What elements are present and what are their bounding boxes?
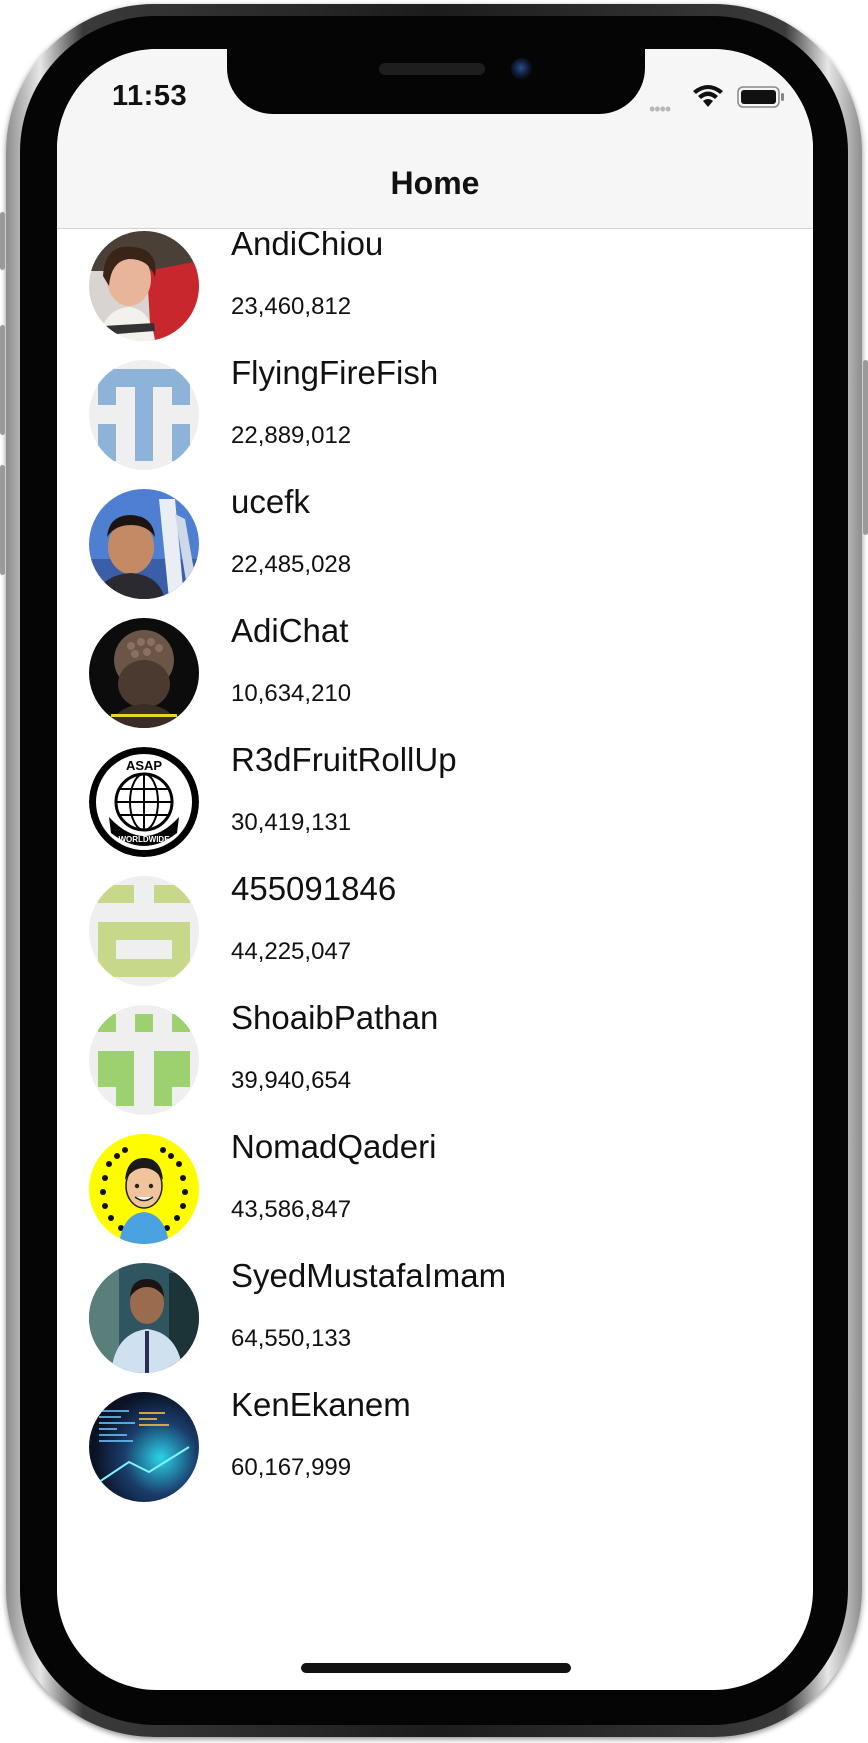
- notch: [227, 49, 645, 114]
- user-score: 30,419,131: [231, 809, 352, 836]
- photo-avatar-man-office-icon: [89, 1263, 199, 1373]
- list-item[interactable]: AdiChat 10,634,210: [57, 612, 813, 761]
- photo-avatar-code-screen-icon: [89, 1392, 199, 1502]
- list-item[interactable]: NomadQaderi 43,586,847: [57, 1128, 813, 1277]
- list-item[interactable]: KenEkanem 60,167,999: [57, 1386, 813, 1535]
- user-name: AdiChat: [231, 612, 349, 649]
- avatar: [89, 618, 199, 728]
- avatar: [89, 1392, 199, 1502]
- page-title: Home: [390, 165, 480, 201]
- logo-text-top: ASAP: [126, 758, 162, 773]
- user-name: R3dFruitRollUp: [231, 741, 457, 778]
- avatar: [89, 231, 199, 341]
- user-name: AndiChiou: [231, 225, 384, 262]
- speaker-grille: [379, 63, 485, 75]
- avatar: [89, 1263, 199, 1373]
- list-item[interactable]: 455091846 44,225,047: [57, 870, 813, 1019]
- asap-worldwide-logo-icon: ASAP WORLDWIDE: [89, 747, 199, 857]
- user-score: 39,940,654: [231, 1067, 352, 1094]
- user-score: 22,485,028: [231, 551, 352, 578]
- wifi-icon: [693, 85, 723, 107]
- user-score: 64,550,133: [231, 1325, 352, 1352]
- user-score: 10,634,210: [231, 680, 352, 707]
- identicon-green-icon: [89, 1005, 199, 1115]
- avatar: [89, 1134, 199, 1244]
- side-button-right: [863, 360, 868, 535]
- user-name: NomadQaderi: [231, 1128, 437, 1165]
- battery-icon: [737, 86, 784, 108]
- avatar: [89, 360, 199, 470]
- list-item[interactable]: ASAP WORLDWIDE R3dFruitRollUp 30,419,131: [57, 741, 813, 890]
- snapcode-bitmoji-avatar-icon: [89, 1134, 199, 1244]
- side-button-left-3: [0, 465, 5, 575]
- front-camera-icon: [511, 58, 533, 80]
- list-item[interactable]: ucefk 22,485,028: [57, 483, 813, 632]
- list-item[interactable]: ShoaibPathan 39,940,654: [57, 999, 813, 1148]
- photo-avatar-buddha-statue-icon: [89, 618, 199, 728]
- list-item[interactable]: FlyingFireFish 22,889,012: [57, 354, 813, 503]
- status-time: 11:53: [112, 80, 188, 112]
- home-indicator[interactable]: [301, 1663, 571, 1673]
- side-button-left-2: [0, 325, 5, 435]
- user-name: ucefk: [231, 483, 310, 520]
- photo-avatar-man-monument-icon: [89, 489, 199, 599]
- photo-avatar-woman-red-shirt-icon: [89, 231, 199, 341]
- avatar: ASAP WORLDWIDE: [89, 747, 199, 857]
- identicon-yellow-green-icon: [89, 876, 199, 986]
- user-score: 23,460,812: [231, 293, 352, 320]
- phone-screen: AndiChiou 23,460,812 FlyingFireFish 22,8…: [57, 49, 813, 1690]
- user-name: ShoaibPathan: [231, 999, 439, 1036]
- list-item[interactable]: AndiChiou 23,460,812: [57, 225, 813, 374]
- user-score: 43,586,847: [231, 1196, 352, 1223]
- user-name: FlyingFireFish: [231, 354, 439, 391]
- side-button-left-1: [0, 212, 5, 270]
- user-score: 44,225,047: [231, 938, 352, 965]
- avatar: [89, 876, 199, 986]
- user-score: 60,167,999: [231, 1454, 352, 1481]
- logo-text-bottom: WORLDWIDE: [118, 835, 170, 844]
- user-name: KenEkanem: [231, 1386, 411, 1423]
- avatar: [89, 1005, 199, 1115]
- avatar: [89, 489, 199, 599]
- cellular-signal-icon: ••••: [649, 99, 671, 119]
- identicon-blue-icon: [89, 360, 199, 470]
- list-item[interactable]: SyedMustafaImam 64,550,133: [57, 1257, 813, 1406]
- user-name: SyedMustafaImam: [231, 1257, 507, 1294]
- user-score: 22,889,012: [231, 422, 352, 449]
- user-name: 455091846: [231, 870, 397, 907]
